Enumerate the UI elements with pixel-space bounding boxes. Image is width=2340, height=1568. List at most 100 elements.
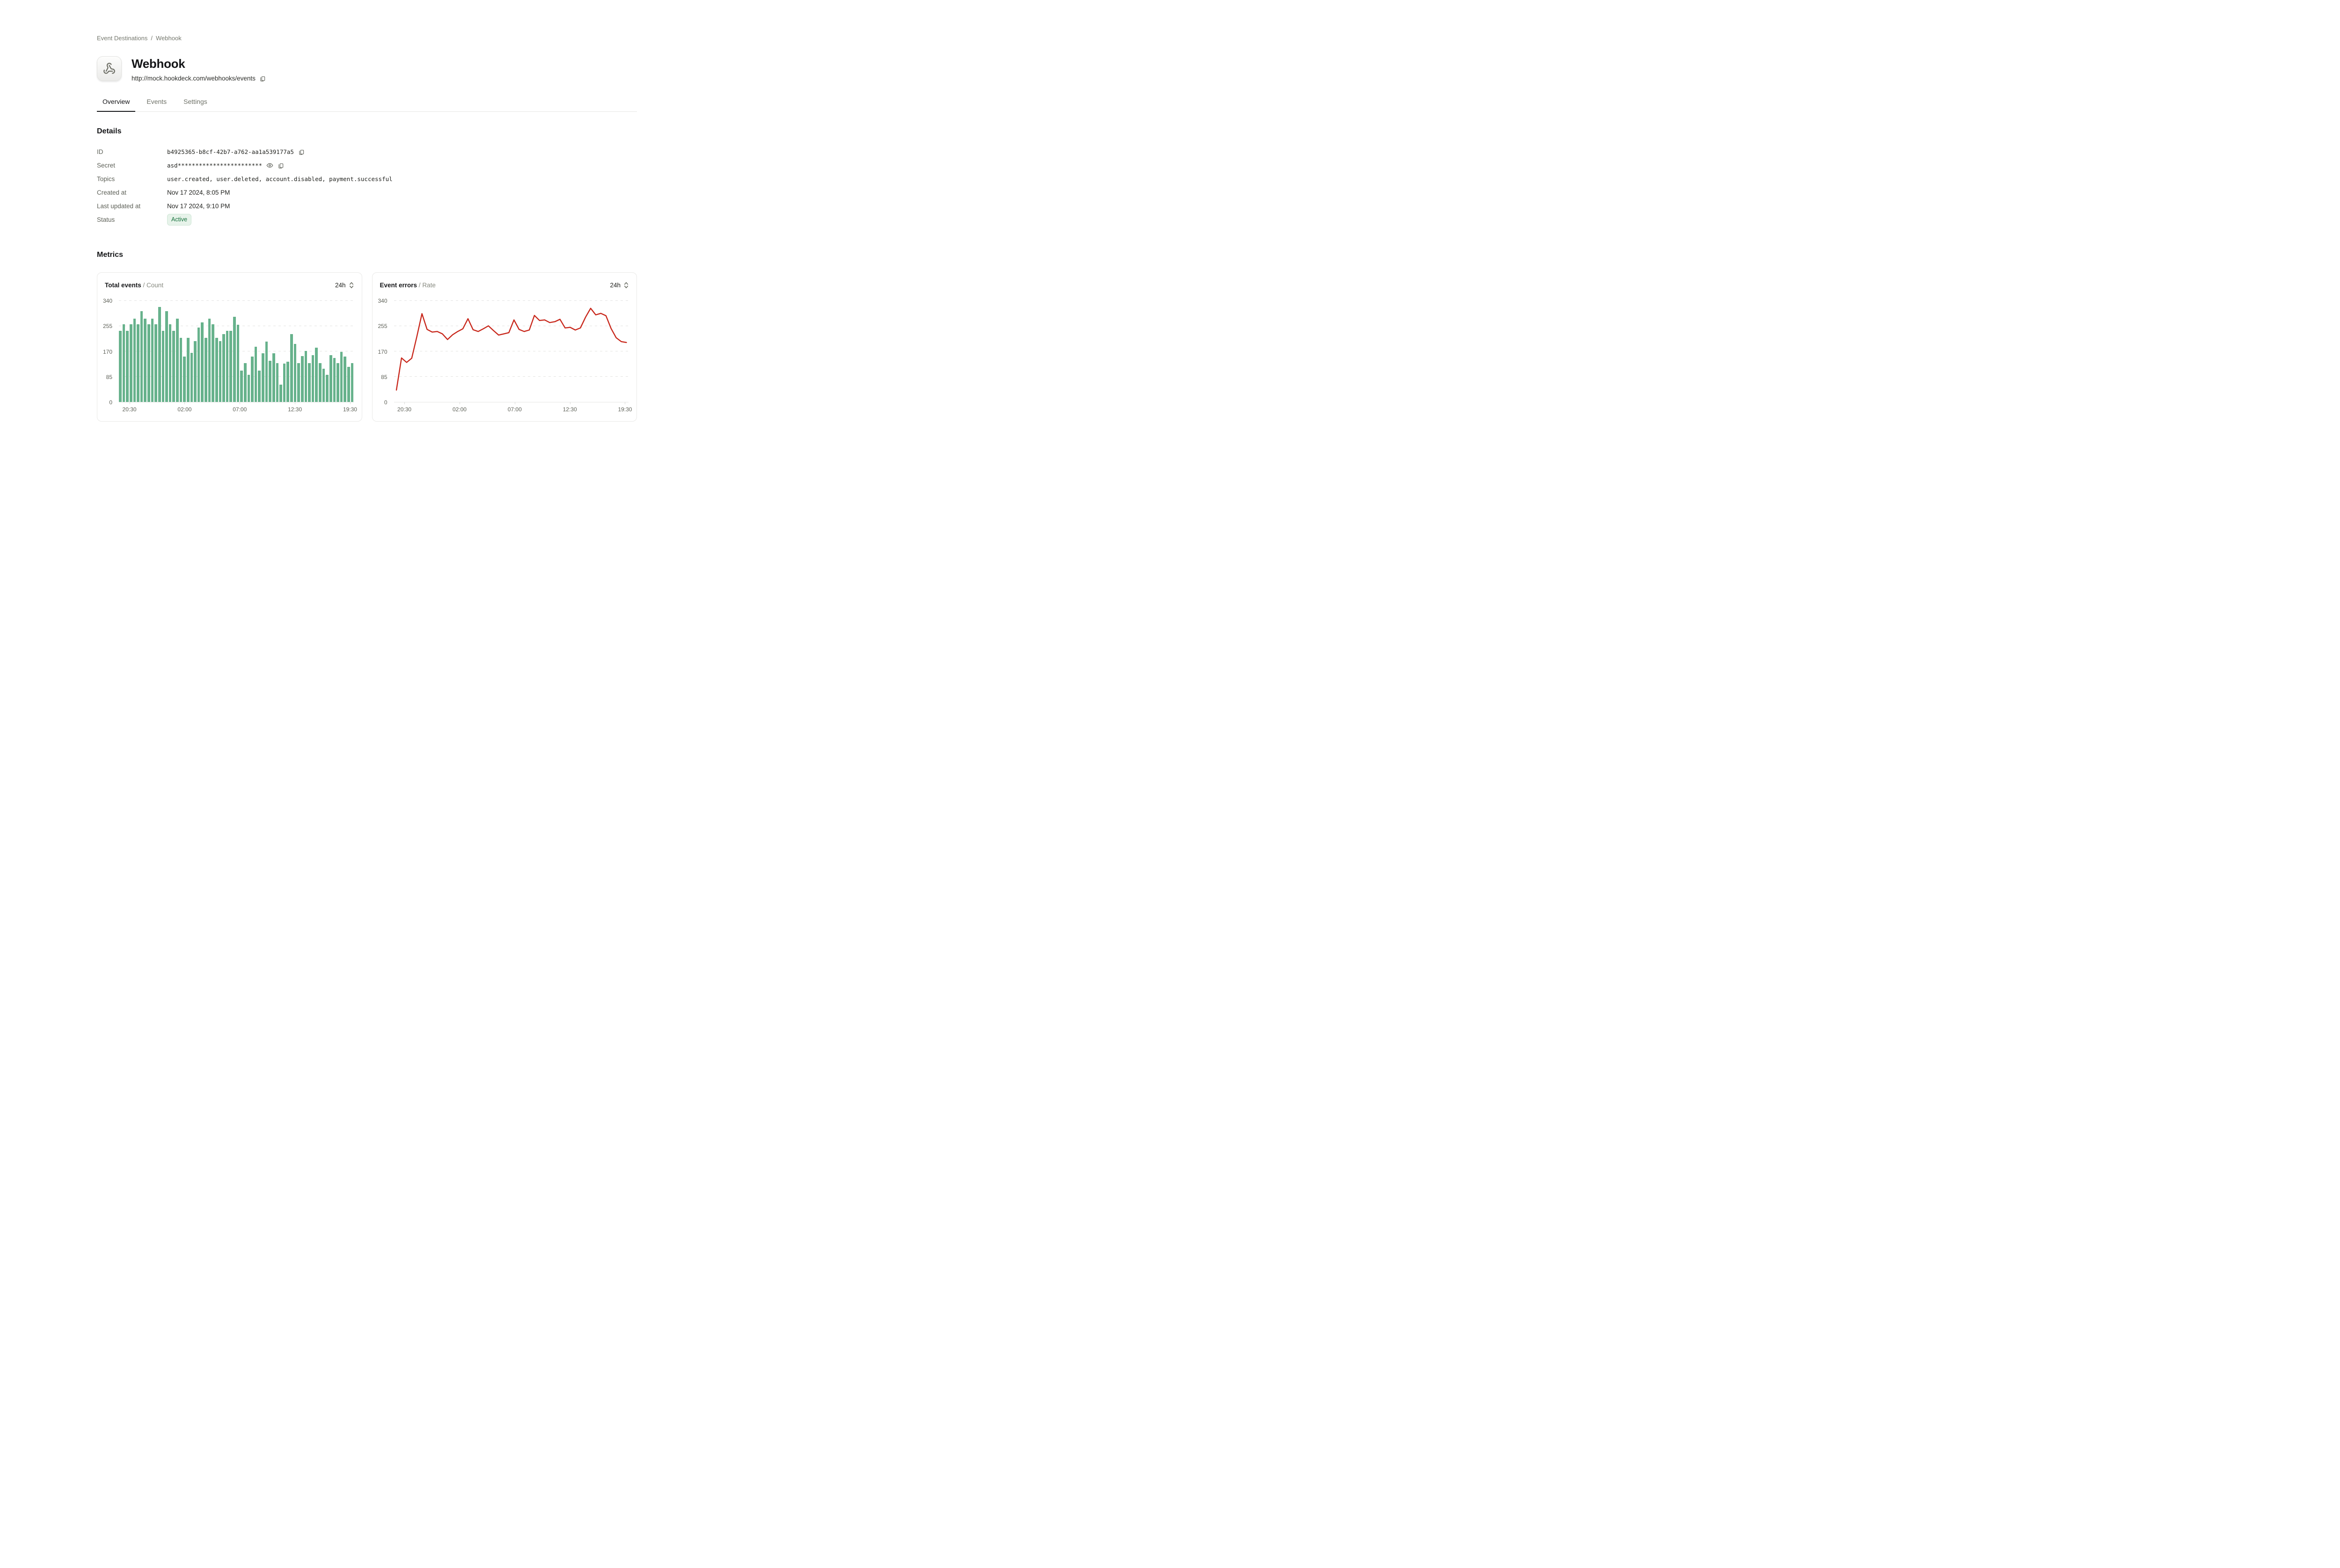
- y-tick-label: 170: [103, 349, 112, 355]
- detail-label: Secret: [97, 162, 167, 169]
- y-tick-label: 170: [378, 349, 387, 355]
- bar: [137, 324, 139, 402]
- bar: [258, 371, 261, 402]
- bar: [158, 307, 161, 402]
- error-rate-line: [396, 308, 626, 390]
- bar: [283, 364, 286, 402]
- bar: [240, 371, 243, 402]
- bar: [140, 311, 143, 402]
- copy-icon: [259, 75, 266, 82]
- metrics-heading: Metrics: [97, 251, 637, 259]
- bar: [329, 355, 332, 402]
- details-section: Details ID b4925365-b8cf-42b7-a762-aa1a5…: [97, 127, 637, 226]
- bar: [276, 363, 279, 402]
- detail-row-secret: Secret asd************************: [97, 159, 637, 172]
- page: Event Destinations / Webhook Webhook htt…: [0, 0, 734, 474]
- y-tick-label: 255: [103, 323, 112, 329]
- bar: [123, 324, 125, 402]
- bar: [315, 348, 318, 402]
- bar: [312, 355, 314, 402]
- breadcrumb: Event Destinations / Webhook: [97, 0, 637, 42]
- bar: [205, 338, 207, 402]
- tab-overview[interactable]: Overview: [97, 94, 135, 111]
- event-errors-chart: 085170255340 20:3002:0007:0012:3019:30: [373, 273, 637, 421]
- detail-label: Status: [97, 216, 167, 223]
- tab-settings[interactable]: Settings: [178, 94, 213, 111]
- bar: [269, 361, 271, 402]
- page-title: Webhook: [132, 57, 266, 71]
- bar: [151, 319, 154, 402]
- bar: [144, 319, 146, 402]
- bar: [322, 369, 325, 402]
- bar: [333, 358, 336, 402]
- y-tick-label: 0: [384, 399, 388, 406]
- bar: [130, 324, 132, 402]
- y-tick-label: 0: [109, 399, 112, 406]
- page-header: Webhook http://mock.hookdeck.com/webhook…: [97, 56, 637, 82]
- x-tick-label: 12:30: [563, 406, 577, 413]
- bar: [169, 324, 172, 402]
- details-heading: Details: [97, 127, 637, 136]
- bar: [308, 363, 311, 402]
- bar: [119, 331, 122, 402]
- bar: [344, 357, 346, 402]
- detail-label: Last updated at: [97, 203, 167, 210]
- bar: [251, 357, 254, 402]
- updated-at-value: Nov 17 2024, 9:10 PM: [167, 203, 230, 210]
- detail-row-status: Status Active: [97, 213, 637, 226]
- y-tick-label: 85: [106, 374, 112, 380]
- event-errors-card: Event errors / Rate 24h 085170255340 20:: [372, 272, 637, 422]
- plot-area: 20:3002:0007:0012:3019:30: [394, 301, 629, 402]
- detail-label: Created at: [97, 189, 167, 196]
- x-tick-label: 19:30: [618, 406, 632, 413]
- x-tick-label: 02:00: [177, 406, 191, 413]
- bar: [351, 363, 354, 402]
- y-tick-label: 85: [381, 374, 387, 380]
- breadcrumb-parent[interactable]: Event Destinations: [97, 35, 147, 42]
- x-tick-label: 07:00: [508, 406, 522, 413]
- bar: [294, 344, 297, 402]
- bar: [180, 338, 183, 402]
- x-tick-label: 02:00: [453, 406, 467, 413]
- bar: [229, 331, 232, 402]
- tab-bar: Overview Events Settings: [97, 94, 637, 112]
- x-tick-label: 12:30: [288, 406, 302, 413]
- bar: [305, 351, 307, 402]
- copy-url-button[interactable]: [259, 75, 266, 82]
- bar: [319, 363, 322, 402]
- copy-secret-button[interactable]: [278, 162, 284, 169]
- bar: [255, 347, 257, 402]
- bar: [347, 367, 350, 402]
- copy-icon: [298, 149, 305, 155]
- y-tick-label: 255: [378, 323, 387, 329]
- detail-row-topics: Topics user.created, user.deleted, accou…: [97, 172, 637, 186]
- bar: [201, 322, 204, 402]
- bar: [219, 341, 222, 402]
- bar: [272, 353, 275, 402]
- bar: [222, 334, 225, 402]
- webhook-icon: [103, 62, 116, 75]
- bar: [290, 334, 293, 402]
- copy-id-button[interactable]: [298, 149, 305, 155]
- bar: [165, 311, 168, 402]
- bar: [279, 385, 282, 402]
- reveal-secret-button[interactable]: [266, 162, 273, 169]
- bar: [172, 331, 175, 402]
- bar: [133, 319, 136, 402]
- bar: [212, 324, 214, 402]
- bar: [237, 325, 240, 402]
- bar: [262, 353, 264, 402]
- tab-events[interactable]: Events: [141, 94, 172, 111]
- bar: [248, 375, 250, 402]
- bar: [326, 375, 329, 402]
- bar: [286, 362, 289, 402]
- bar: [340, 352, 343, 402]
- webhook-id-value: b4925365-b8cf-42b7-a762-aa1a539177a5: [167, 148, 294, 155]
- x-tick: [350, 402, 351, 404]
- breadcrumb-current: Webhook: [156, 35, 182, 42]
- status-badge: Active: [167, 214, 191, 225]
- bar: [197, 328, 200, 402]
- detail-label: ID: [97, 148, 167, 155]
- x-tick-label: 20:30: [397, 406, 411, 413]
- bar: [226, 331, 229, 402]
